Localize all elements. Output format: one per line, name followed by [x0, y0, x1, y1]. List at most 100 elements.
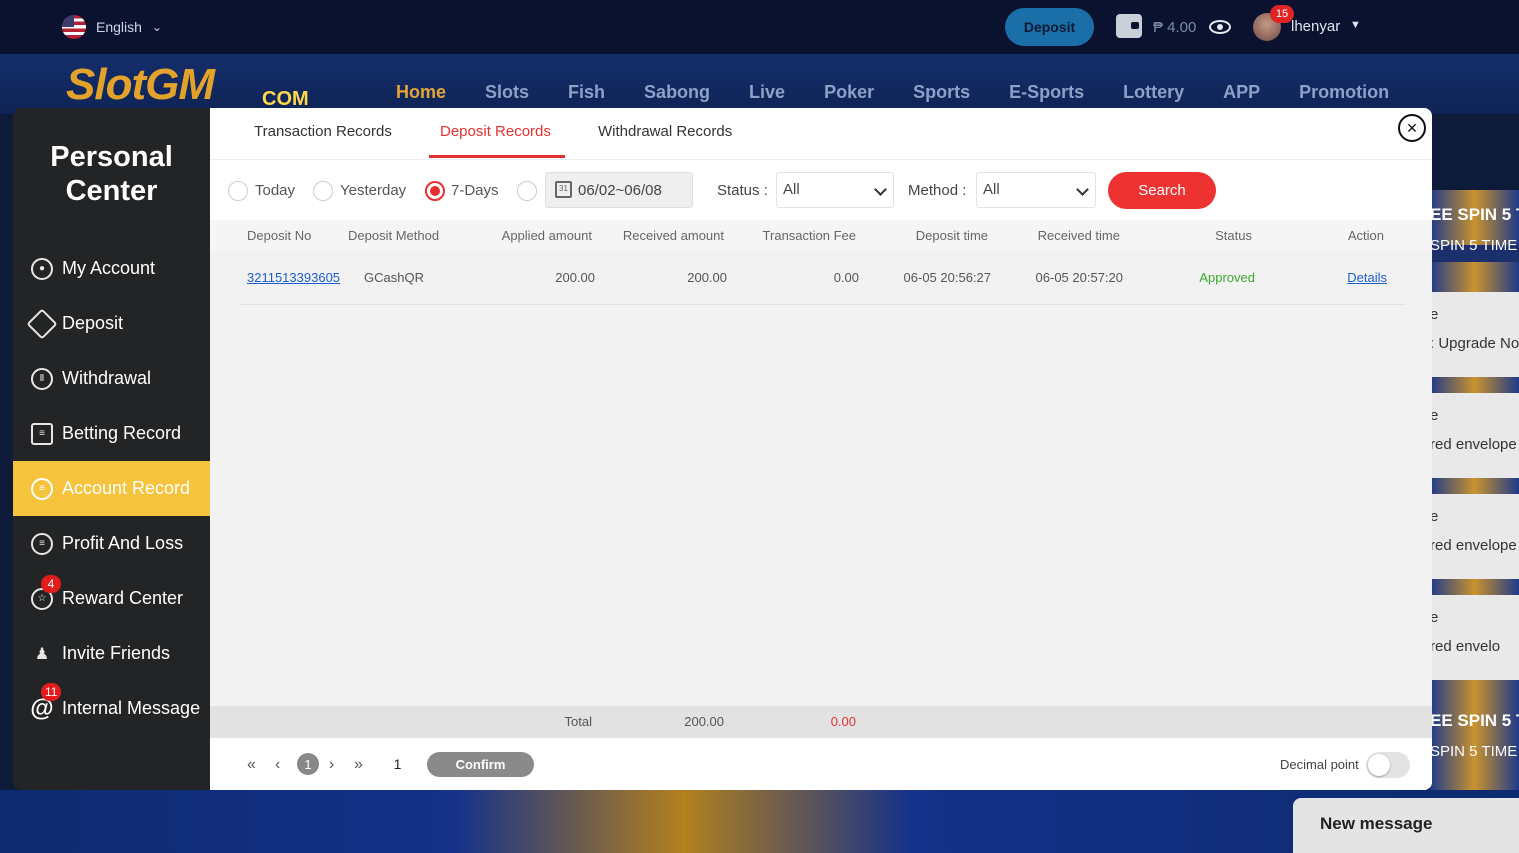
promo-card-text: : Upgrade No [1430, 335, 1519, 352]
radio-custom-range[interactable] [517, 181, 537, 201]
reward-badge: 4 [41, 575, 61, 593]
sidebar-item-label: Betting Record [62, 423, 182, 443]
promo-subtitle: SPIN 5 TIME [1430, 743, 1518, 760]
new-message-title: New message [1320, 814, 1433, 833]
next-page-icon[interactable]: › [329, 756, 334, 774]
nav-esports[interactable]: E-Sports [1009, 82, 1084, 103]
promo-banner [1430, 680, 1519, 790]
total-fee: 0.00 [830, 714, 856, 729]
deposit-no-link[interactable]: 3211513393605 [247, 270, 340, 285]
page-number[interactable]: 1 [297, 753, 319, 775]
date-range-value: 06/02~06/08 [578, 182, 662, 199]
nav-promotion[interactable]: Promotion [1299, 82, 1389, 103]
total-row: Total 200.00 0.00 [210, 706, 1432, 738]
nav-fish[interactable]: Fish [568, 82, 605, 103]
radio-label-yesterday[interactable]: Yesterday [340, 182, 406, 199]
account-icon: ● [31, 257, 53, 280]
nav-sabong[interactable]: Sabong [644, 82, 710, 103]
new-message-popup[interactable]: New message [1293, 798, 1519, 853]
deposit-time: 06-05 20:56:27 [903, 270, 991, 285]
message-badge: 11 [41, 683, 62, 701]
records-panel: Transaction Records Deposit Records With… [210, 108, 1432, 790]
tab-transaction-records[interactable]: Transaction Records [254, 123, 392, 140]
transaction-fee: 0.00 [833, 270, 859, 285]
header-deposit-button[interactable]: Deposit [1005, 8, 1094, 46]
tab-withdrawal-records[interactable]: Withdrawal Records [598, 123, 732, 140]
promo-title: EE SPIN 5 T [1430, 205, 1519, 224]
total-received: 200.00 [684, 714, 724, 729]
pagination: « ‹ 1 › » 1 Confirm Decimal point [210, 738, 1432, 790]
sidebar-item-withdrawal[interactable]: Ⅱ Withdrawal [13, 351, 210, 406]
col-status: Status [1215, 228, 1252, 243]
nav-poker[interactable]: Poker [824, 82, 874, 103]
nav-app[interactable]: APP [1223, 82, 1260, 103]
search-button[interactable]: Search [1108, 172, 1216, 209]
promo-card[interactable]: e red envelope [1430, 393, 1519, 478]
sidebar-item-deposit[interactable]: Deposit [13, 296, 210, 351]
username[interactable]: lhenyar [1291, 18, 1340, 35]
sidebar-item-account-record[interactable]: ≡ Account Record [13, 461, 210, 516]
promo-banner [1430, 478, 1519, 494]
chevron-down-icon [1076, 183, 1089, 196]
promo-card[interactable]: e : Upgrade No [1430, 292, 1519, 377]
chevron-down-icon: ⌄ [151, 20, 162, 34]
sidebar-item-profit-and-loss[interactable]: ≡ Profit And Loss [13, 516, 210, 571]
friends-icon: ♟ [34, 645, 50, 663]
promo-title: EE SPIN 5 T [1430, 711, 1519, 730]
promo-card-title: e [1430, 609, 1439, 626]
language-selector[interactable]: English ⌄ [62, 15, 162, 39]
details-link[interactable]: Details [1347, 270, 1387, 285]
promo-banner [1430, 262, 1519, 292]
site-logo[interactable]: SlotGM [66, 60, 215, 110]
radio-today[interactable] [228, 181, 248, 201]
radio-label-7-days[interactable]: 7-Days [451, 182, 499, 199]
status-select-value: All [783, 181, 800, 198]
col-action: Action [1347, 228, 1384, 243]
nav-sports[interactable]: Sports [913, 82, 970, 103]
nav-lottery[interactable]: Lottery [1123, 82, 1184, 103]
table-row: 3211513393605 GCashQR 200.00 200.00 0.00… [240, 250, 1405, 305]
record-icon: ≡ [31, 477, 53, 500]
status-select[interactable]: All [776, 172, 894, 208]
confirm-button[interactable]: Confirm [427, 752, 534, 777]
promo-card[interactable]: e red envelo [1430, 595, 1519, 680]
method-select[interactable]: All [976, 172, 1096, 208]
received-time: 06-05 20:57:20 [1035, 270, 1123, 285]
language-label: English [96, 19, 142, 35]
applied-amount: 200.00 [555, 270, 595, 285]
nav-home[interactable]: Home [396, 82, 446, 103]
promo-banner [1430, 579, 1519, 595]
col-deposit-no: Deposit No [247, 228, 312, 243]
radio-label-today[interactable]: Today [255, 182, 295, 199]
clipboard-icon: ≡ [31, 422, 53, 445]
nav-live[interactable]: Live [749, 82, 785, 103]
radio-7-days[interactable] [425, 181, 445, 201]
promo-subtitle: SPIN 5 TIME [1430, 237, 1518, 254]
calendar-icon: 31 [555, 181, 572, 198]
decimal-point-label: Decimal point [1280, 757, 1359, 772]
promo-card-text: red envelope [1430, 537, 1517, 554]
sidebar-item-reward-center[interactable]: ☆ Reward Center 4 [13, 571, 210, 626]
us-flag-icon [62, 15, 86, 39]
last-page-icon[interactable]: » [354, 756, 363, 774]
promo-card-title: e [1430, 306, 1439, 323]
wallet-icon[interactable] [1116, 14, 1142, 38]
sidebar-item-label: Deposit [62, 313, 124, 333]
sidebar-item-betting-record[interactable]: ≡ Betting Record [13, 406, 210, 461]
close-icon[interactable]: ✕ [1398, 114, 1426, 142]
eye-icon[interactable] [1209, 20, 1231, 34]
radio-yesterday[interactable] [313, 181, 333, 201]
sidebar-item-invite-friends[interactable]: ♟ Invite Friends [13, 626, 210, 681]
deposit-method: GCashQR [364, 270, 424, 285]
tab-deposit-records[interactable]: Deposit Records [440, 123, 551, 140]
first-page-icon[interactable]: « [247, 756, 256, 774]
decimal-point-toggle[interactable] [1366, 752, 1410, 778]
caret-down-icon[interactable]: ▼ [1350, 19, 1361, 31]
nav-slots[interactable]: Slots [485, 82, 529, 103]
prev-page-icon[interactable]: ‹ [275, 756, 280, 774]
page-jump-input[interactable]: 1 [375, 751, 420, 777]
promo-card[interactable]: e red envelope [1430, 494, 1519, 579]
sidebar-item-label: Invite Friends [62, 643, 171, 663]
sidebar-item-my-account[interactable]: ● My Account [13, 241, 210, 296]
sidebar-item-internal-message[interactable]: @ Internal Message 11 [13, 681, 210, 736]
